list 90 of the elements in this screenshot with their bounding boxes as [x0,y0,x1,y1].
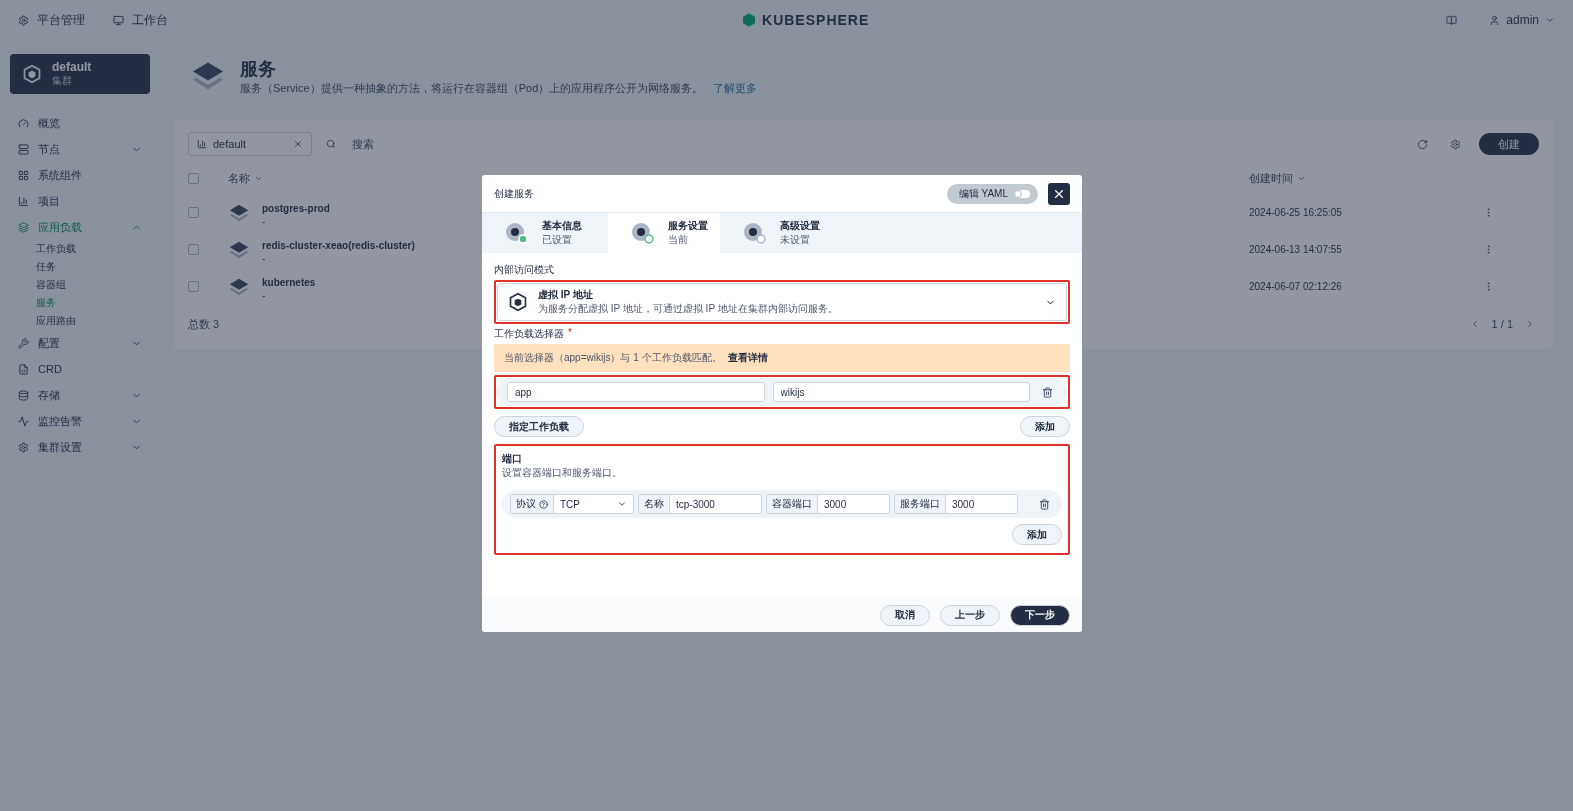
checkbox[interactable] [188,244,199,255]
sidebar-item[interactable]: 应用负载 [10,214,150,240]
grid-icon [18,169,29,181]
sidebar-item[interactable]: 项目 [10,188,150,214]
sidebar-item[interactable]: 集群设置 [10,434,150,460]
add-button[interactable]: 添加 [1020,416,1070,437]
sidebar-item[interactable]: 节点 [10,136,150,162]
section-description: 设置容器端口和服务端口。 [502,466,623,480]
page-indicator: 1 / 1 [1491,318,1513,330]
create-button[interactable]: 创建 [1479,133,1539,155]
column-header[interactable]: 名称 [228,170,1249,186]
cluster-type: 集群 [52,74,73,88]
service-name-link[interactable]: redis-cluster-xeao(redis-cluster) [262,240,415,251]
sidebar-subitem[interactable]: 任务 [10,258,150,276]
specify-workload-button[interactable]: 指定工作负载 [494,416,584,437]
sidebar-subitem[interactable]: 工作负载 [10,240,150,258]
footer-button[interactable]: 取消 [880,604,930,626]
sidebar-item[interactable]: 概览 [10,110,150,136]
container-port-field[interactable]: 容器端口 3000 [766,494,890,514]
settings-icon [18,441,29,453]
top-nav-link[interactable]: 平台管理 [18,11,85,29]
wrench-icon [18,337,29,349]
section-title: 端口 [502,452,523,466]
bar-chart-icon [18,195,29,207]
add-button[interactable]: 添加 [1012,524,1062,545]
view-details-link[interactable]: 查看详情 [727,351,768,365]
cluster-name: default [52,60,92,74]
protocol-select[interactable]: 协议 TCP [510,494,634,514]
required-mark: * [568,327,572,340]
column-header[interactable]: 创建时间 [1249,170,1479,186]
close-button[interactable] [1048,182,1070,205]
edit-yaml-toggle[interactable]: 编辑 YAML [946,183,1038,204]
service-subtitle: - [262,290,267,301]
table-cell-text: 2024-06-13 14:07:55 [1249,244,1343,255]
search-icon [326,139,336,149]
monitor-icon [113,14,124,26]
cube-icon [508,292,528,312]
sidebar-subitem[interactable]: 容器组 [10,276,150,294]
user-menu[interactable]: admin [1489,13,1555,27]
checkbox[interactable] [188,281,199,292]
layers-icon [18,221,29,233]
sidebar-item[interactable]: 配置 [10,330,150,356]
label-value-field[interactable]: wikijs [772,382,1030,402]
sidebar-subitem[interactable]: 应用路由 [10,312,150,330]
service-subtitle: - [262,216,267,227]
step-tab[interactable]: 服务设置 当前 [608,213,720,253]
help-icon [539,499,548,509]
settings-icon [18,14,29,26]
sidebar-subitem[interactable]: 服务 [10,294,150,312]
page-title: 服务 [240,57,277,81]
cluster-card[interactable]: default 集群 [10,54,150,94]
total-count: 总数 3 [188,316,220,332]
checkbox[interactable] [188,172,199,184]
cluster-icon [22,64,42,84]
page-description: 服务（Service）提供一种抽象的方法，将运行在容器组（Pod）上的应用程序公开为网络服务。 [240,80,704,96]
service-subtitle: - [262,253,267,264]
port-name-field[interactable]: 名称 tcp-3000 [638,494,762,514]
database-icon [18,389,29,401]
sidebar-item[interactable]: 系统组件 [10,162,150,188]
search-field[interactable]: 搜索 [350,137,1399,151]
label-key-field[interactable]: app [507,382,765,402]
sidebar-item[interactable]: CRD [10,356,150,382]
table-cell-text: 2024-06-25 16:25:05 [1249,207,1343,218]
service-name-link[interactable]: postgres-prod [262,203,330,214]
app-logo: KUBESPHERE [741,12,870,28]
top-nav-link[interactable]: 工作台 [113,11,168,29]
pulse-icon [18,415,29,427]
server-icon [18,143,29,155]
service-name-link[interactable]: kubernetes [262,277,316,288]
table-cell-text: 2024-06-07 02:12:26 [1249,281,1343,292]
close-icon[interactable] [293,139,303,149]
sidebar-item[interactable]: 监控告警 [10,408,150,434]
footer-button[interactable]: 下一步 [1010,604,1070,626]
user-icon [1489,14,1501,26]
bar-chart-icon [197,139,207,149]
dialog-title: 创建服务 [494,186,535,201]
footer-button[interactable]: 上一步 [940,604,1000,626]
notice-text: 当前选择器（app=wikijs）与 1 个工作负载匹配。 [504,351,722,365]
service-port-field[interactable]: 服务端口 3000 [894,494,1018,514]
checkbox[interactable] [188,207,199,218]
field-label: 工作负载选择器 [494,327,564,341]
learn-more-link[interactable]: 了解更多 [713,80,758,96]
field-label: 内部访问模式 [494,263,555,277]
chevron-down-icon [617,499,627,509]
access-mode-select[interactable]: 虚拟 IP 地址 为服务分配虚拟 IP 地址，可通过虚拟 IP 地址在集群内部访问服务。 [497,283,1067,321]
filter-tag[interactable]: default [188,132,312,156]
file-code-icon [18,363,29,375]
sidebar-item[interactable]: 存储 [10,382,150,408]
caret-icon [1545,15,1555,25]
gauge-icon [18,117,29,129]
